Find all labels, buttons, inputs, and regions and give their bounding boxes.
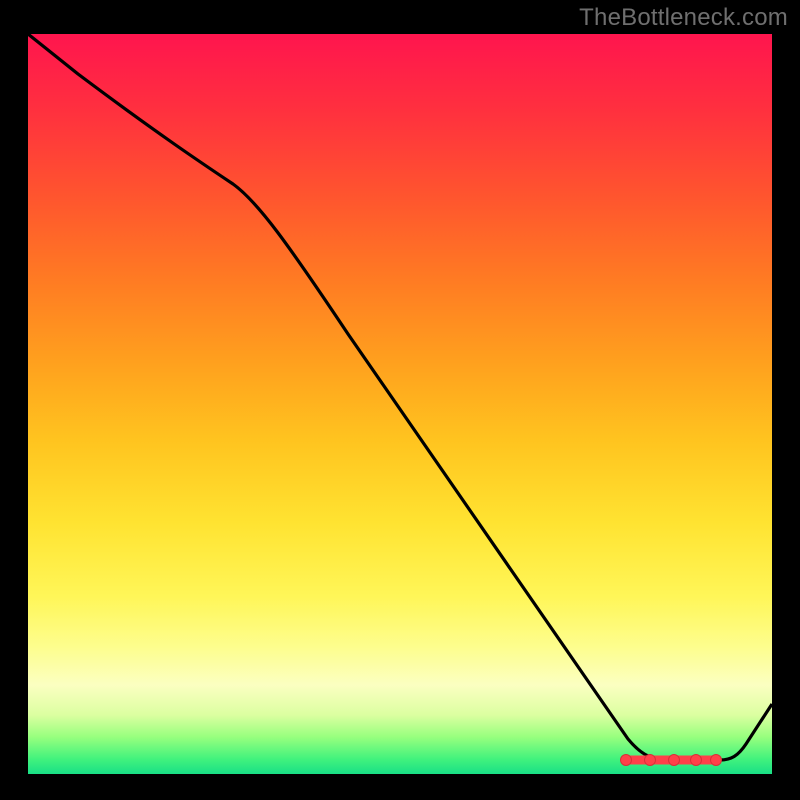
plot-area [28,34,772,774]
optimal-markers [621,755,722,766]
marker-dot [711,755,722,766]
marker-dot [669,755,680,766]
marker-dot [621,755,632,766]
attribution-text: TheBottleneck.com [579,4,788,32]
chart-frame: TheBottleneck.com [0,0,800,800]
bottleneck-curve [28,34,772,774]
curve-path [28,34,772,760]
marker-dot [645,755,656,766]
marker-dot [691,755,702,766]
